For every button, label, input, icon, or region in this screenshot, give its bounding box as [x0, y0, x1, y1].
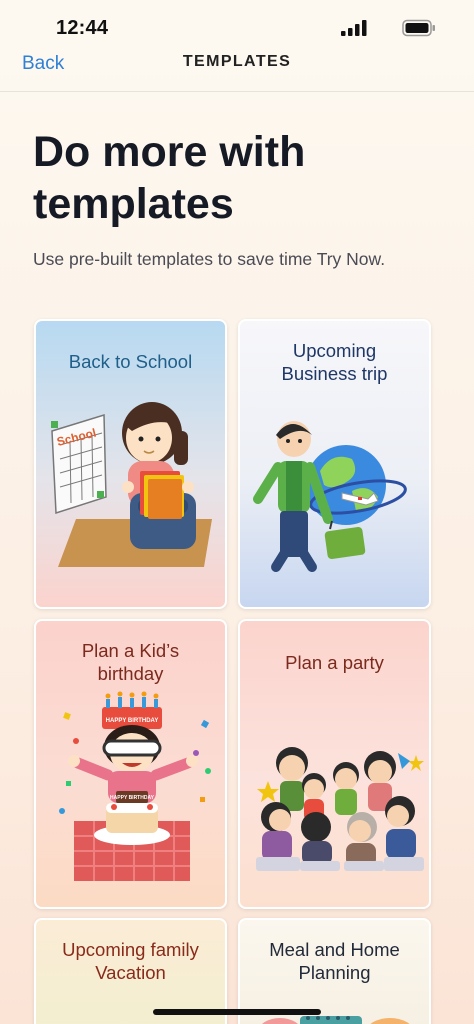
status-bar: 12:44 — [0, 0, 474, 48]
battery-icon — [402, 19, 435, 37]
card-title: Back to School — [68, 351, 193, 372]
template-card-kids-birthday[interactable]: HAPPY BIRTHDAY HAPPY BIRTHDAY Plan a Kid… — [34, 619, 227, 909]
template-card-business-trip[interactable]: Upcoming Business trip — [238, 319, 431, 609]
card-title: Plan a Kid’s birthday — [81, 640, 180, 684]
template-card-party[interactable]: Plan a party — [238, 619, 431, 909]
card-title: Meal and Home Planning — [269, 939, 400, 983]
signal-icon — [341, 20, 367, 36]
cake-text: HAPPY BIRTHDAY — [110, 795, 155, 801]
card-title: Upcoming family Vacation — [62, 939, 199, 983]
nav-title: TEMPLATES — [182, 53, 292, 70]
card-title: Upcoming Business trip — [281, 340, 388, 384]
page-subtitle: Use pre-built templates to save time Try… — [33, 249, 386, 269]
status-time: 12:44 — [56, 17, 109, 39]
hat-text: HAPPY BIRTHDAY — [106, 718, 159, 724]
template-card-back-to-school[interactable]: School Back to School — [34, 319, 227, 609]
page-heading: Do more with templates — [33, 128, 306, 228]
home-indicator — [153, 1009, 321, 1015]
navigation-bar: Back TEMPLATES — [0, 48, 474, 92]
card-title: Plan a party — [285, 652, 384, 673]
